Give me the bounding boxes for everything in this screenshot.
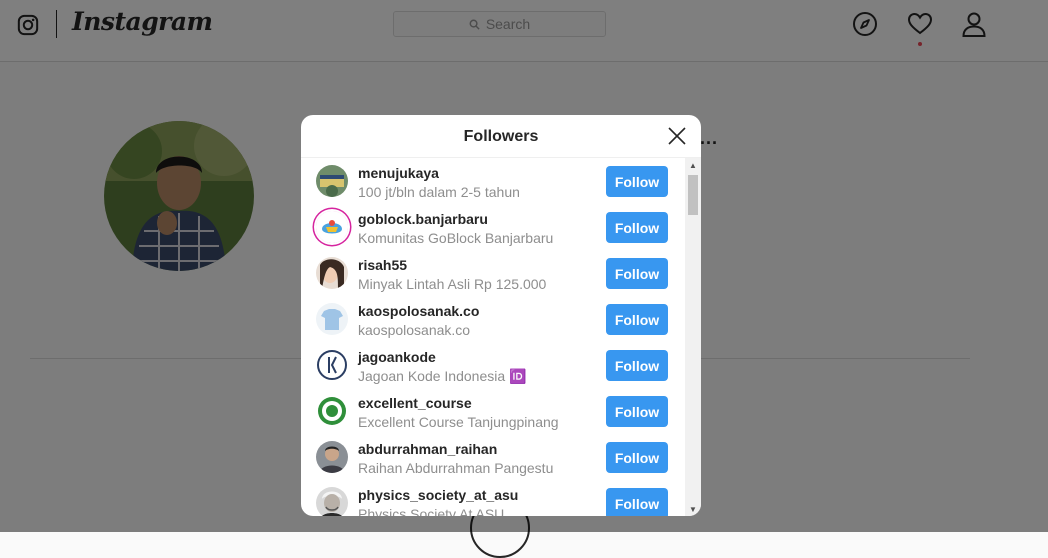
follower-username[interactable]: abdurrahman_raihan bbox=[358, 441, 497, 457]
follower-fullname: 100 jt/bln dalam 2-5 tahun bbox=[358, 184, 520, 200]
follower-username[interactable]: excellent_course bbox=[358, 395, 472, 411]
follow-button[interactable]: Follow bbox=[606, 258, 668, 289]
follower-fullname: kaospolosanak.co bbox=[358, 322, 471, 338]
follower-fullname: Komunitas GoBlock Banjarbaru bbox=[358, 230, 554, 246]
follower-username[interactable]: kaospolosanak.co bbox=[358, 303, 479, 319]
follow-button[interactable]: Follow bbox=[606, 442, 668, 473]
follower-fullname: Raihan Abdurrahman Pangestu bbox=[358, 460, 554, 476]
follower-row[interactable]: excellent_course Excellent Course Tanjun… bbox=[301, 388, 685, 434]
follower-row[interactable]: goblock.banjarbaru Komunitas GoBlock Ban… bbox=[301, 204, 685, 250]
avatar[interactable] bbox=[316, 487, 348, 516]
follower-fullname: Excellent Course Tanjungpinang bbox=[358, 414, 559, 430]
follower-row[interactable]: risah55 Minyak Lintah Asli Rp 125.000 Fo… bbox=[301, 250, 685, 296]
scroll-down-arrow-icon[interactable]: ▼ bbox=[685, 502, 701, 516]
follow-button[interactable]: Follow bbox=[606, 304, 668, 335]
follower-username[interactable]: menujukaya bbox=[358, 165, 439, 181]
follow-button[interactable]: Follow bbox=[606, 166, 668, 197]
modal-title: Followers bbox=[463, 128, 539, 145]
avatar[interactable] bbox=[316, 211, 348, 243]
follower-username[interactable]: risah55 bbox=[358, 257, 407, 273]
avatar[interactable] bbox=[316, 165, 348, 197]
follower-username[interactable]: goblock.banjarbaru bbox=[358, 211, 488, 227]
follower-row[interactable]: kaospolosanak.co kaospolosanak.co Follow bbox=[301, 296, 685, 342]
avatar[interactable] bbox=[316, 257, 348, 289]
follow-button[interactable]: Follow bbox=[606, 212, 668, 243]
close-icon[interactable] bbox=[667, 126, 687, 146]
scroll-up-arrow-icon[interactable]: ▲ bbox=[685, 158, 701, 172]
follow-button[interactable]: Follow bbox=[606, 488, 668, 516]
follower-fullname: Minyak Lintah Asli Rp 125.000 bbox=[358, 276, 547, 292]
scrollbar[interactable]: ▲ ▼ bbox=[685, 158, 701, 516]
avatar[interactable] bbox=[316, 441, 348, 473]
follower-fullname: Physics Society At ASU bbox=[358, 506, 505, 516]
scrollbar-thumb[interactable] bbox=[688, 175, 698, 215]
follower-username[interactable]: jagoankode bbox=[358, 349, 436, 365]
follower-row[interactable]: jagoankode Jagoan Kode Indonesia 🆔 Follo… bbox=[301, 342, 685, 388]
follower-row[interactable]: abdurrahman_raihan Raihan Abdurrahman Pa… bbox=[301, 434, 685, 480]
follower-fullname: Jagoan Kode Indonesia 🆔 bbox=[358, 368, 527, 384]
followers-modal: Followers menujukaya 100 jt/bln dalam 2-… bbox=[301, 115, 701, 516]
followers-list[interactable]: menujukaya 100 jt/bln dalam 2-5 tahun Fo… bbox=[301, 158, 685, 516]
follow-button[interactable]: Follow bbox=[606, 350, 668, 381]
follow-button[interactable]: Follow bbox=[606, 396, 668, 427]
modal-header: Followers bbox=[301, 115, 701, 158]
avatar[interactable] bbox=[316, 303, 348, 335]
follower-row[interactable]: menujukaya 100 jt/bln dalam 2-5 tahun Fo… bbox=[301, 158, 685, 204]
avatar[interactable] bbox=[316, 395, 348, 427]
follower-row[interactable]: physics_society_at_asu Physics Society A… bbox=[301, 480, 685, 516]
follower-username[interactable]: physics_society_at_asu bbox=[358, 487, 518, 503]
avatar[interactable] bbox=[316, 349, 348, 381]
